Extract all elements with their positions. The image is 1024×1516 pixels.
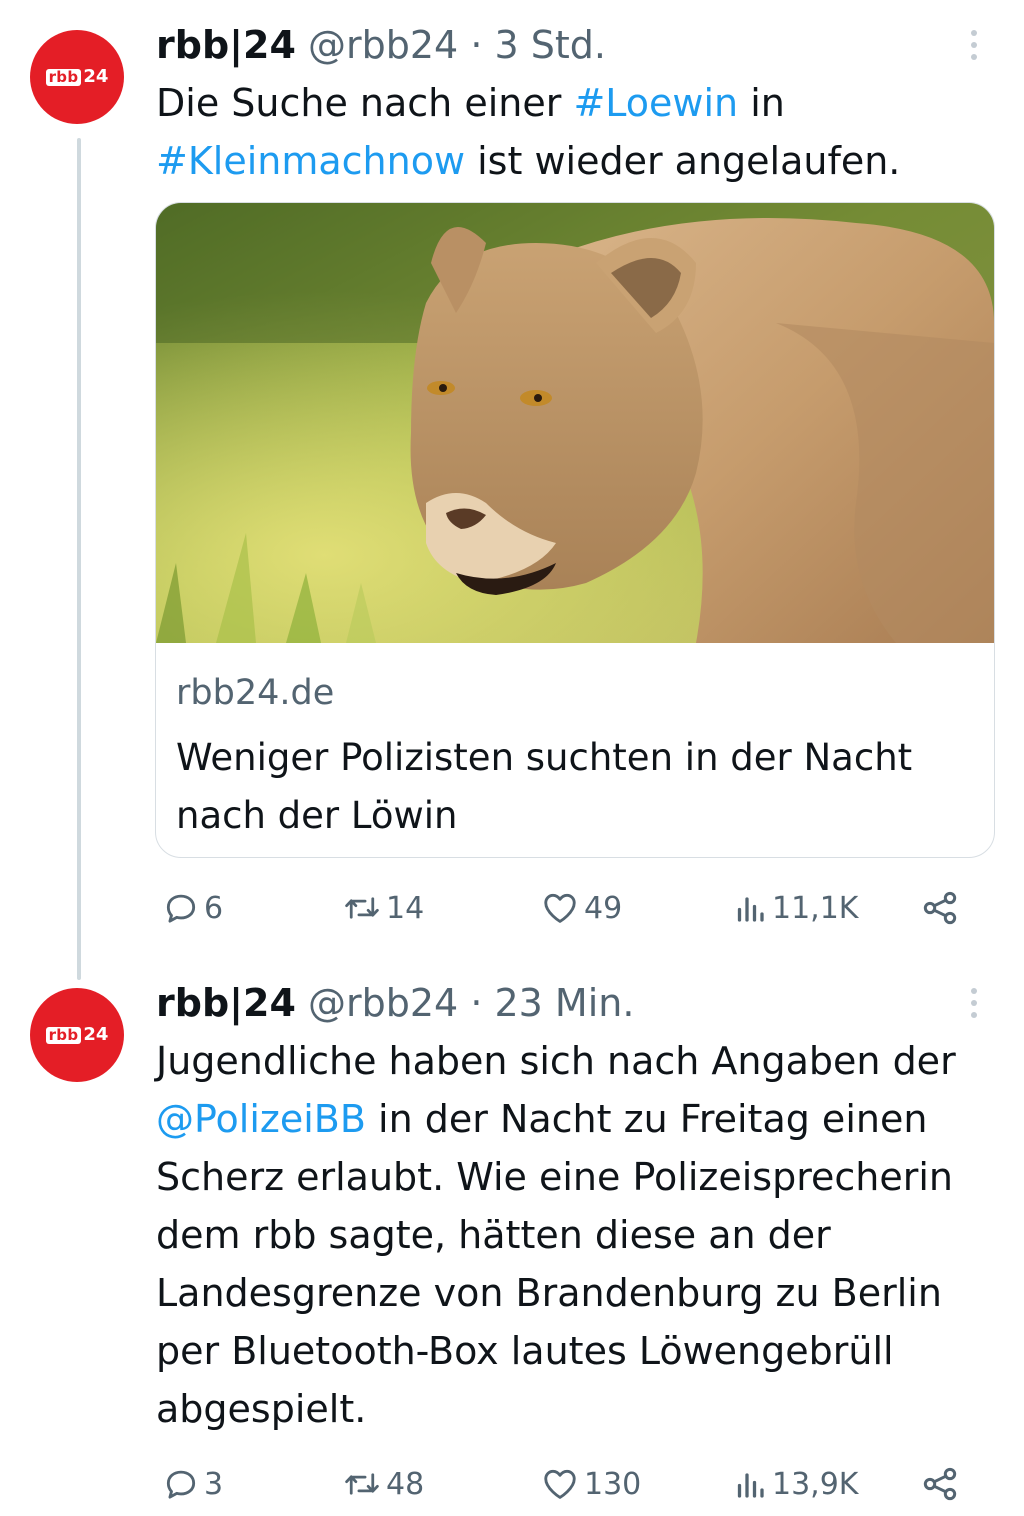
author-name[interactable]: rbb|24 <box>156 23 296 67</box>
retweet-count: 14 <box>386 890 425 926</box>
like-count: 49 <box>584 890 623 926</box>
like-button[interactable]: 130 <box>540 1462 641 1506</box>
action-bar: 3 48 130 13,9K <box>156 1462 976 1506</box>
retweet-button[interactable]: 48 <box>342 1462 424 1506</box>
share-button[interactable] <box>920 1462 960 1506</box>
tweet-header: rbb|24 @rbb24 · 3 Std. <box>156 22 606 68</box>
views-icon <box>737 897 764 922</box>
tweet-text: Die Suche nach einer #Loewin in #Kleinma… <box>156 81 901 183</box>
like-count: 130 <box>584 1466 642 1502</box>
share-button[interactable] <box>920 886 960 930</box>
tweet-1[interactable]: rbb 24 rbb|24 @rbb24 · 3 Std. Die Suche … <box>0 0 1024 960</box>
like-button[interactable]: 49 <box>540 886 622 930</box>
reply-button[interactable]: 6 <box>162 886 223 930</box>
tweet-time[interactable]: 3 Std. <box>495 23 606 67</box>
more-icon[interactable] <box>962 30 986 60</box>
mention-polizeibb[interactable]: @PolizeiBB <box>156 1097 366 1141</box>
author-name[interactable]: rbb|24 <box>156 981 296 1025</box>
views-count: 11,1K <box>772 890 859 926</box>
more-icon[interactable] <box>962 988 986 1018</box>
share-icon <box>923 1467 957 1501</box>
reply-button[interactable]: 3 <box>162 1462 223 1506</box>
reply-icon <box>166 894 196 923</box>
retweet-icon <box>345 1473 379 1495</box>
card-domain: rbb24.de <box>176 673 335 713</box>
hashtag-kleinmachnow[interactable]: #Kleinmachnow <box>156 139 465 183</box>
reply-count: 3 <box>204 1466 224 1502</box>
reply-count: 6 <box>204 890 224 926</box>
views-count: 13,9K <box>772 1466 859 1502</box>
like-icon <box>544 893 576 923</box>
retweet-button[interactable]: 14 <box>342 886 424 930</box>
rbb24-logo: rbb 24 <box>45 1026 108 1044</box>
separator: · <box>470 981 483 1025</box>
views-button[interactable]: 13,9K <box>732 1462 858 1506</box>
views-button[interactable]: 11,1K <box>732 886 858 930</box>
lioness-photo <box>156 203 994 643</box>
reply-icon <box>166 1470 196 1499</box>
rbb24-logo: rbb 24 <box>45 68 108 86</box>
link-card[interactable]: rbb24.de Weniger Polizisten suchten in d… <box>155 202 995 858</box>
author-handle[interactable]: @rbb24 <box>308 981 458 1025</box>
hashtag-loewin[interactable]: #Loewin <box>573 81 738 125</box>
avatar[interactable]: rbb 24 <box>30 30 124 124</box>
retweet-count: 48 <box>386 1466 425 1502</box>
card-title: Weniger Polizisten suchten in der Nacht … <box>176 736 913 837</box>
share-icon <box>923 891 957 925</box>
views-icon <box>737 1473 764 1498</box>
author-handle[interactable]: @rbb24 <box>308 23 458 67</box>
tweet-time[interactable]: 23 Min. <box>495 981 635 1025</box>
tweet-header: rbb|24 @rbb24 · 23 Min. <box>156 980 634 1026</box>
tweet-text: Jugendliche haben sich nach Angaben der … <box>156 1039 956 1431</box>
tweet-2[interactable]: rbb 24 rbb|24 @rbb24 · 23 Min. Jugendlic… <box>0 960 1024 1516</box>
like-icon <box>544 1469 576 1499</box>
separator: · <box>470 23 483 67</box>
avatar[interactable]: rbb 24 <box>30 988 124 1082</box>
retweet-icon <box>345 897 379 919</box>
action-bar: 6 14 49 11,1K <box>156 886 976 930</box>
